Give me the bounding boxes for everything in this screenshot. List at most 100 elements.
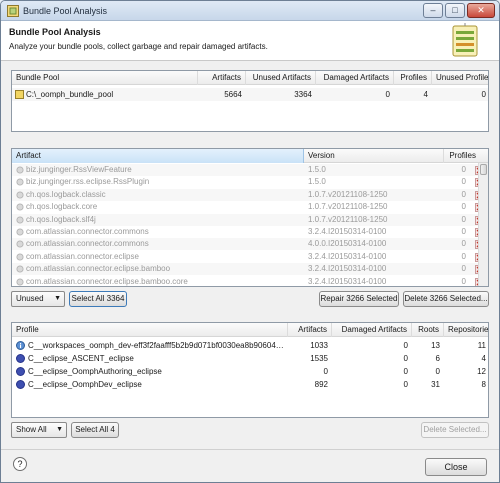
chevron-down-icon: ▼ (56, 426, 63, 433)
pool-damaged-artifacts: 0 (385, 90, 390, 99)
col-roots[interactable]: Roots (412, 323, 444, 337)
profile-repositories: 12 (477, 367, 486, 376)
profile-row[interactable]: C__eclipse_ASCENT_eclipse 1535 0 6 4 (12, 352, 488, 365)
repair-selected-button[interactable]: Repair 3266 Selected (319, 291, 399, 307)
artifact-name: biz.junginger.RssViewFeature (26, 165, 132, 174)
pool-unused-profiles: 0 (481, 90, 486, 99)
artifacts-scroll-thumb[interactable] (480, 164, 487, 175)
header-description: Analyze your bundle pools, collect garba… (9, 42, 268, 51)
profile-row[interactable]: C__eclipse_OomphDev_eclipse 892 0 31 8 (12, 378, 488, 391)
col-profiles[interactable]: Profiles (394, 71, 432, 85)
artifact-version: 3.2.4.I20150314-0100 (308, 251, 387, 261)
artifact-name: com.atlassian.connector.eclipse.bamboo.c… (26, 276, 188, 286)
profile-filter-select[interactable]: Show All ▼ (11, 422, 67, 438)
title-bar[interactable]: Bundle Pool Analysis – □ ✕ (1, 1, 499, 21)
pool-name: C:\_oomph_bundle_pool (26, 90, 114, 99)
col-bundle-pool[interactable]: Bundle Pool (12, 71, 198, 85)
profile-icon (16, 367, 25, 376)
profiles-table-header: Profile Artifacts Damaged Artifacts Root… (12, 323, 488, 337)
artifact-name: ch.qos.logback.slf4j (26, 214, 96, 224)
profile-name: C__eclipse_OomphDev_eclipse (28, 380, 142, 389)
profile-roots: 31 (431, 380, 440, 389)
bundle-pool-icon-small (15, 90, 24, 99)
profile-roots: 6 (435, 354, 440, 363)
artifact-version: 3.2.4.I20150314-0100 (308, 227, 387, 236)
artifact-profiles: 0 (461, 165, 466, 174)
artifact-version: 3.2.4.I20150314-0100 (308, 264, 387, 274)
select-all-artifacts-button[interactable]: Select All 3364 (69, 291, 127, 307)
plugin-icon (16, 253, 24, 261)
select-all-profiles-button[interactable]: Select All 4 (71, 422, 119, 438)
maximize-button[interactable]: □ (445, 3, 465, 18)
delete-selected-profiles-button[interactable]: Delete Selected... (421, 422, 489, 438)
artifact-profiles: 0 (461, 189, 466, 199)
profile-artifacts: 1033 (310, 341, 328, 350)
col-profile-damaged[interactable]: Damaged Artifacts (332, 323, 412, 337)
close-button[interactable]: Close (425, 458, 487, 476)
col-damaged-artifacts[interactable]: Damaged Artifacts (316, 71, 394, 85)
col-version[interactable]: Version (304, 149, 444, 163)
profile-damaged: 0 (403, 354, 408, 363)
col-unused-artifacts[interactable]: Unused Artifacts (246, 71, 316, 85)
col-unused-profiles[interactable]: Unused Profiles (432, 71, 488, 85)
artifact-name: com.atlassian.connector.commons (26, 239, 149, 249)
artifact-version: 3.2.4.I20150314-0100 (308, 276, 387, 286)
col-artifact-profiles[interactable]: Profiles (444, 149, 480, 163)
profile-damaged: 0 (403, 367, 408, 376)
minimize-button[interactable]: – (423, 3, 443, 18)
col-artifacts[interactable]: Artifacts (198, 71, 246, 85)
artifact-version: 1.5.0 (308, 165, 326, 174)
profile-name: C__eclipse_OomphAuthoring_eclipse (28, 367, 162, 376)
delete-selected-artifacts-button[interactable]: Delete 3266 Selected... (403, 291, 489, 307)
artifact-version: 1.0.7.v20121108-1250 (308, 189, 388, 199)
dialog-footer: ? Close (1, 449, 499, 482)
bundle-pool-row[interactable]: C:\_oomph_bundle_pool 5664 3364 0 4 0 (12, 88, 488, 101)
artifact-row[interactable]: biz.junginger.rss.eclipse.RssPlugin 1.5.0… (12, 176, 488, 189)
help-icon[interactable]: ? (13, 457, 27, 471)
artifact-row[interactable]: com.atlassian.connector.eclipse.bamboo 3.… (12, 263, 488, 276)
col-profile[interactable]: Profile (12, 323, 288, 337)
pool-profiles: 4 (423, 90, 428, 99)
artifact-row[interactable]: com.atlassian.connector.eclipse.bamboo.c… (12, 275, 488, 286)
plugin-icon (16, 240, 24, 248)
profile-roots: 13 (431, 341, 440, 350)
artifact-profiles: 0 (461, 214, 466, 224)
artifact-row[interactable]: ch.qos.logback.core 1.0.7.v20121108-1250 0 (12, 201, 488, 214)
artifacts-vertical-scrollbar[interactable] (478, 163, 488, 286)
profile-row[interactable]: C__eclipse_OomphAuthoring_eclipse 0 0 0 12 (12, 365, 488, 378)
artifact-row[interactable]: com.atlassian.connector.commons 3.2.4.I20… (12, 226, 488, 238)
chevron-down-icon: ▼ (54, 295, 61, 302)
artifact-name: ch.qos.logback.classic (26, 189, 106, 199)
artifact-version: 4.0.0.I20150314-0100 (308, 239, 387, 249)
profile-roots: 0 (435, 367, 440, 376)
profiles-table: Profile Artifacts Damaged Artifacts Root… (11, 322, 489, 418)
artifact-row[interactable]: com.atlassian.connector.eclipse 3.2.4.I20… (12, 250, 488, 263)
pool-unused-artifacts: 3364 (294, 90, 312, 99)
profile-artifacts: 0 (323, 367, 328, 376)
artifact-row[interactable]: ch.qos.logback.slf4j 1.0.7.v20121108-1250… (12, 213, 488, 226)
dialog-window: Bundle Pool Analysis – □ ✕ Bundle Pool A… (0, 0, 500, 483)
col-profile-artifacts[interactable]: Artifacts (288, 323, 332, 337)
artifact-profiles: 0 (461, 251, 466, 261)
profile-row[interactable]: C__workspaces_oomph_dev-eff3f2faafff5b2b… (12, 339, 488, 352)
artifact-row[interactable]: com.atlassian.connector.commons 4.0.0.I20… (12, 238, 488, 251)
bundle-pool-table: Bundle Pool Artifacts Unused Artifacts D… (11, 70, 489, 132)
pool-artifacts: 5664 (224, 90, 242, 99)
col-artifact[interactable]: Artifact (12, 149, 304, 163)
close-window-button[interactable]: ✕ (467, 3, 495, 18)
plugin-icon (16, 228, 24, 236)
artifact-profiles: 0 (461, 177, 466, 187)
artifact-row[interactable]: biz.junginger.RssViewFeature 1.5.0 0 (12, 164, 488, 176)
col-repositories[interactable]: Repositories (444, 323, 488, 337)
artifacts-table-header: Artifact Version Profiles (12, 149, 488, 163)
artifact-profiles: 0 (461, 264, 466, 274)
profile-name: C__workspaces_oomph_dev-eff3f2faafff5b2b… (28, 341, 284, 350)
profile-icon (16, 354, 25, 363)
profile-artifacts: 1535 (310, 354, 328, 363)
artifact-name: com.atlassian.connector.eclipse (26, 251, 139, 261)
artifact-filter-select[interactable]: Unused ▼ (11, 291, 65, 307)
artifact-row[interactable]: ch.qos.logback.classic 1.0.7.v20121108-12… (12, 188, 488, 201)
artifact-name: ch.qos.logback.core (26, 202, 98, 212)
plugin-icon (16, 278, 24, 286)
artifact-name: com.atlassian.connector.commons (26, 227, 149, 236)
